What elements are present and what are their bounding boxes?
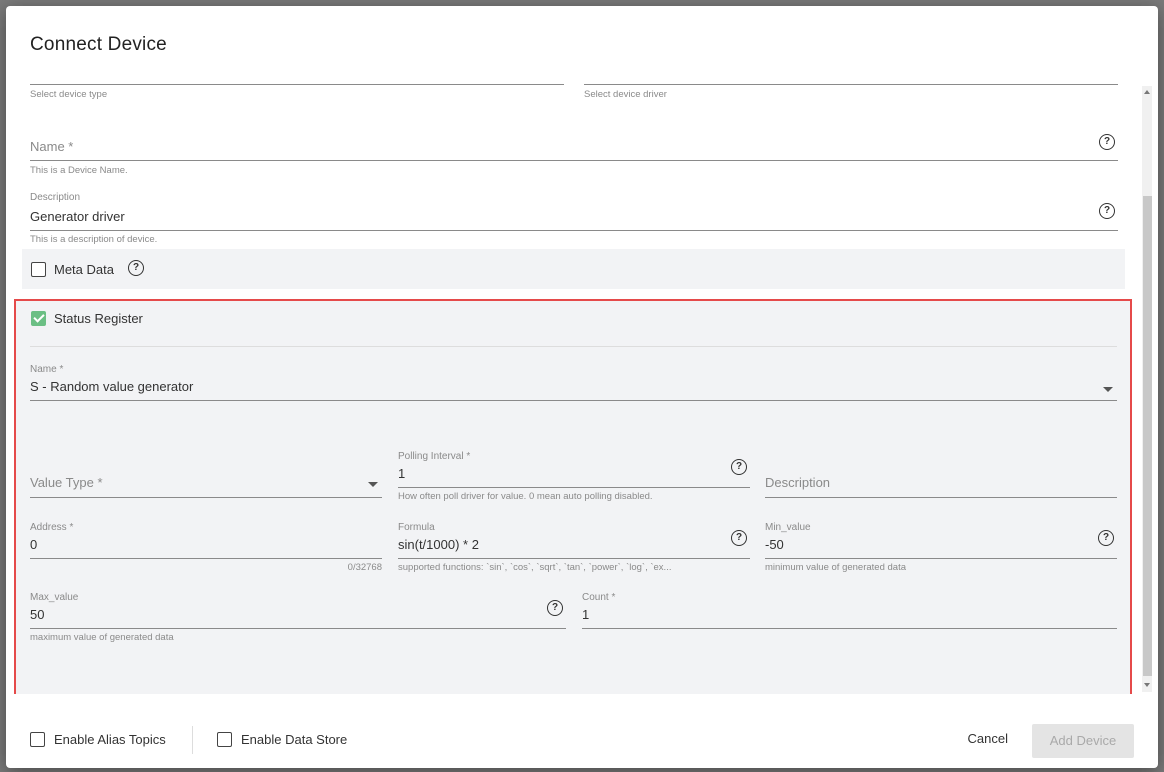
meta-data-panel: Meta Data ? (22, 249, 1125, 289)
dialog-footer: Enable Alias Topics Enable Data Store Ca… (6, 706, 1158, 768)
scroll-down-icon[interactable] (1144, 683, 1150, 687)
device-driver-hint: Select device driver (584, 89, 667, 100)
device-description-value: Generator driver (30, 209, 125, 224)
device-description-hint: This is a description of device. (30, 234, 158, 245)
scroll-up-icon[interactable] (1144, 90, 1150, 94)
cancel-button[interactable]: Cancel (968, 731, 1008, 746)
enable-data-store-label: Enable Data Store (241, 732, 348, 747)
meta-data-label: Meta Data (54, 262, 114, 277)
device-type-hint: Select device type (30, 89, 108, 100)
add-device-button[interactable]: Add Device (1032, 724, 1134, 758)
question-circle-icon[interactable]: ? (128, 260, 144, 276)
enable-alias-topics-checkbox[interactable] (30, 732, 45, 747)
dialog-title: Connect Device (30, 34, 167, 55)
dialog-scrollbar[interactable] (1142, 86, 1152, 692)
meta-data-checkbox[interactable] (31, 262, 46, 277)
footer-divider (192, 726, 193, 754)
enable-data-store-checkbox[interactable] (217, 732, 232, 747)
dialog-body: Select device type Select device driver … (6, 76, 1158, 694)
question-circle-icon[interactable]: ? (1099, 203, 1115, 219)
question-circle-icon[interactable]: ? (1099, 134, 1115, 150)
device-type-select[interactable]: Select device type (30, 76, 564, 106)
device-name-label: Name * (30, 139, 74, 154)
device-name-field[interactable]: Name * This is a Device Name. (30, 128, 1118, 176)
device-driver-select[interactable]: Select device driver (584, 76, 1118, 106)
enable-alias-topics-label: Enable Alias Topics (54, 732, 166, 747)
scrollbar-thumb[interactable] (1143, 196, 1152, 676)
device-description-label: Description (30, 192, 81, 203)
device-description-field[interactable]: Description Generator driver This is a d… (30, 192, 1118, 248)
status-register-highlight (14, 299, 1132, 694)
device-name-hint: This is a Device Name. (30, 165, 128, 176)
connect-device-dialog: Connect Device Select device type Select… (6, 6, 1158, 768)
